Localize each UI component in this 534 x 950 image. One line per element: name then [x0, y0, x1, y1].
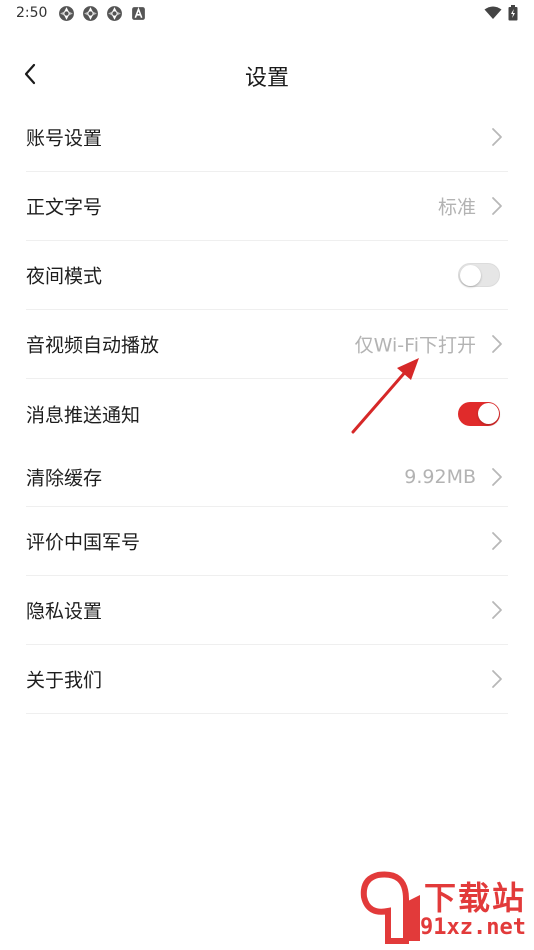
push-notify-toggle[interactable] — [458, 401, 500, 426]
row-label: 音视频自动播放 — [26, 334, 160, 357]
row-label: 关于我们 — [26, 669, 103, 692]
row-label: 夜间模式 — [26, 265, 103, 288]
watermark-logo-icon — [360, 871, 420, 944]
row-label: 清除缓存 — [26, 467, 103, 490]
toggle-knob — [460, 265, 481, 286]
nav-bar: 设置 — [0, 48, 534, 100]
cache-size-value: 9.92MB — [404, 466, 476, 488]
aperture-icon — [59, 6, 74, 21]
font-size-value: 标准 — [437, 196, 476, 219]
chevron-right-icon — [492, 468, 502, 486]
chevron-right-icon — [492, 601, 502, 619]
settings-row-night-mode: 夜间模式 — [26, 241, 508, 310]
battery-icon — [508, 5, 518, 21]
chevron-right-icon — [492, 128, 502, 146]
row-label: 正文字号 — [26, 196, 103, 219]
a-box-icon — [132, 6, 145, 20]
page-title: 设置 — [244, 66, 289, 91]
watermark-bottom-text: 91xz.net — [420, 915, 526, 940]
settings-row-rate-app[interactable]: 评价中国军号 — [26, 507, 508, 576]
system-icons — [484, 5, 518, 21]
chevron-right-icon — [492, 532, 502, 550]
annotation-arrow-icon — [351, 358, 419, 434]
watermark-top-text: 下载站 — [423, 879, 526, 917]
status-time: 2:50 — [16, 5, 48, 21]
settings-row-clear-cache[interactable]: 清除缓存 9.92MB — [26, 448, 508, 507]
settings-row-push-notify: 消息推送通知 — [26, 379, 508, 448]
settings-row-autoplay[interactable]: 音视频自动播放 仅Wi-Fi下打开 — [26, 310, 508, 379]
night-mode-toggle[interactable] — [458, 263, 500, 287]
toggle-knob — [478, 403, 499, 424]
settings-row-about[interactable]: 关于我们 — [26, 645, 508, 714]
settings-list: 账号设置 正文字号 标准 夜间模式 音视频自动播放 仅Wi-Fi下打开 消息推送… — [26, 103, 508, 714]
chevron-right-icon — [492, 670, 502, 688]
aperture-icon — [107, 6, 122, 21]
wifi-icon — [484, 6, 502, 19]
settings-row-privacy[interactable]: 隐私设置 — [26, 576, 508, 645]
row-label: 消息推送通知 — [26, 404, 141, 426]
row-label: 评价中国军号 — [26, 531, 141, 554]
settings-row-font-size[interactable]: 正文字号 标准 — [26, 172, 508, 241]
aperture-icon — [83, 6, 98, 21]
chevron-right-icon — [492, 335, 502, 353]
row-label: 隐私设置 — [26, 600, 103, 623]
row-label: 账号设置 — [26, 127, 103, 150]
notification-icons — [58, 5, 147, 22]
watermark: 下载站 91xz.net — [354, 865, 534, 950]
chevron-right-icon — [492, 197, 502, 215]
settings-row-account[interactable]: 账号设置 — [26, 103, 508, 172]
status-bar: 2:50 — [0, 0, 534, 28]
